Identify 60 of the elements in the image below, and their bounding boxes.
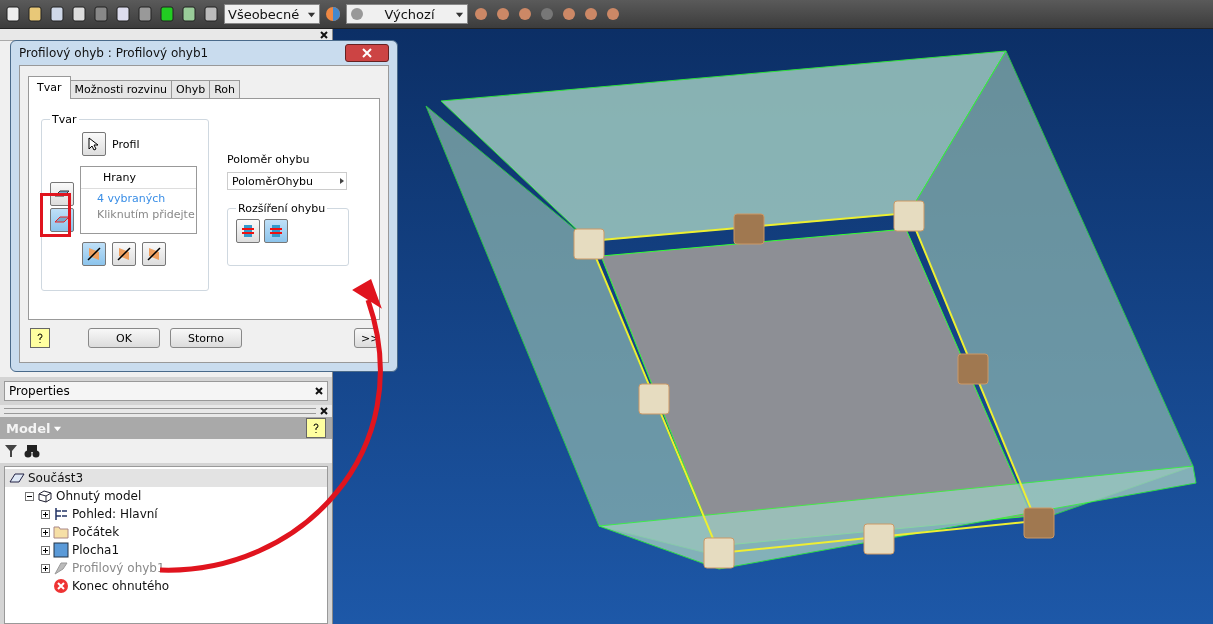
collapse-icon[interactable] xyxy=(25,491,34,501)
color-wheel-icon[interactable] xyxy=(324,5,342,23)
help-button[interactable] xyxy=(306,418,326,438)
field-label: Poloměr ohybu xyxy=(227,153,311,166)
close-button[interactable] xyxy=(345,44,389,62)
tree-item[interactable]: Počátek xyxy=(5,523,327,541)
list-hint: Kliknutím přidejte xyxy=(96,207,196,221)
binoculars-icon[interactable] xyxy=(24,444,40,458)
face-icon xyxy=(53,542,69,558)
filter-icon[interactable] xyxy=(4,444,18,458)
bend-radius-field[interactable]: PoloměrOhybu xyxy=(227,172,347,190)
expand-icon[interactable] xyxy=(41,509,50,519)
select-button[interactable] xyxy=(82,132,106,156)
expand-icon[interactable] xyxy=(41,527,50,537)
material-dropdown[interactable]: Výchozí xyxy=(346,4,468,24)
help-icon xyxy=(310,422,322,434)
direction-button[interactable] xyxy=(142,242,166,266)
direction-button[interactable] xyxy=(82,242,106,266)
dialog-title: Profilový ohyb : Profilový ohyb1 xyxy=(19,46,209,60)
plate-icon xyxy=(54,215,70,225)
plate-icon xyxy=(54,189,70,199)
tab[interactable]: Roh xyxy=(209,80,241,99)
direction-button[interactable] xyxy=(112,242,136,266)
highlight-frame xyxy=(40,193,71,237)
part-icon xyxy=(9,470,25,486)
tree-item[interactable]: Ohnutý model xyxy=(5,487,327,505)
help-button[interactable] xyxy=(30,328,50,348)
extension-icon xyxy=(241,223,255,239)
cursor-icon xyxy=(88,137,100,151)
panel-title: Properties xyxy=(9,384,70,398)
column-header: Hrany xyxy=(81,167,196,189)
cancel-button[interactable]: Storno xyxy=(170,328,242,348)
group-title: Tvar xyxy=(51,113,78,126)
expand-icon[interactable] xyxy=(41,545,50,555)
extension-button[interactable] xyxy=(236,219,260,243)
close-icon[interactable] xyxy=(320,30,328,39)
tab[interactable]: Možnosti rozvinu xyxy=(69,80,173,99)
close-icon[interactable] xyxy=(320,407,328,415)
profile-label: Profil xyxy=(112,137,140,151)
direction-icon xyxy=(86,246,102,262)
group-title: Rozšíření ohybu xyxy=(237,202,327,215)
direction-icon xyxy=(116,246,132,262)
help-icon xyxy=(34,332,46,344)
cube-icon xyxy=(37,488,53,504)
list-item[interactable]: 4 vybraných xyxy=(81,189,196,205)
tab[interactable]: Ohyb xyxy=(171,80,211,99)
direction-icon xyxy=(146,246,162,262)
tree-item[interactable]: Plocha1 xyxy=(5,541,327,559)
close-icon xyxy=(362,48,372,58)
tree-item[interactable]: Konec ohnutého xyxy=(5,577,327,595)
tree-item[interactable]: Pohled: Hlavní xyxy=(5,505,327,523)
tree-item[interactable]: Součást3 xyxy=(5,469,327,487)
extension-button[interactable] xyxy=(264,219,288,243)
extension-icon xyxy=(269,223,283,239)
style-dropdown[interactable]: Všeobecné xyxy=(224,4,320,24)
close-icon[interactable] xyxy=(315,387,323,395)
ok-button[interactable]: OK xyxy=(88,328,160,348)
hierarchy-icon xyxy=(53,506,69,522)
error-icon xyxy=(53,578,69,594)
tab[interactable]: Tvar xyxy=(28,76,71,99)
